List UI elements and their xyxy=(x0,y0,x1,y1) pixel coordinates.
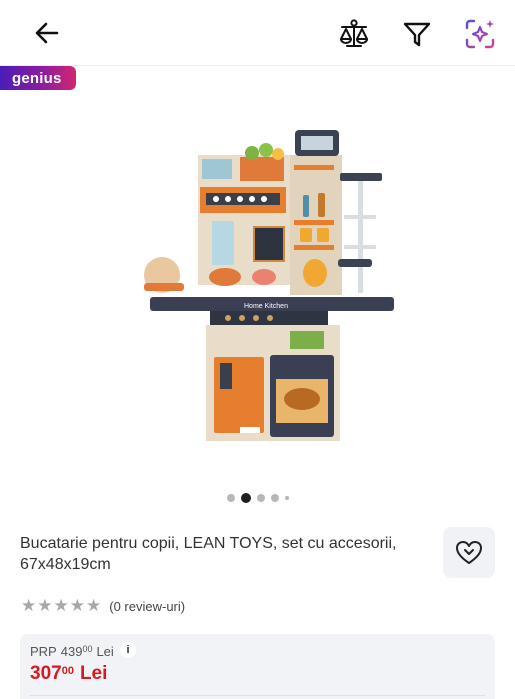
star-icon: ★ xyxy=(21,596,37,615)
prp-decimals: 00 xyxy=(82,644,93,654)
star-icon: ★ xyxy=(86,596,102,615)
play-kitchen-product-image: Home Kitchen xyxy=(144,130,394,441)
heart-icon xyxy=(456,540,482,564)
arrow-left-icon xyxy=(35,22,59,44)
home-kitchen-sign: Home Kitchen xyxy=(244,303,288,310)
price-integer: 307 xyxy=(30,663,62,684)
price-decimals: 00 xyxy=(61,665,74,677)
filter-icon xyxy=(403,22,431,47)
compare-scale-icon xyxy=(340,19,368,47)
pager-dot[interactable] xyxy=(226,494,235,502)
star-icon: ★ xyxy=(53,596,69,615)
pager-dot-active[interactable] xyxy=(240,493,251,503)
star-icon: ★ xyxy=(69,596,85,615)
top-bar xyxy=(0,0,515,66)
favorite-button[interactable] xyxy=(443,527,495,578)
pager-dot[interactable] xyxy=(256,494,265,502)
rating-row: ★ ★ ★ ★ ★ (0 review-uri) xyxy=(21,597,185,615)
ai-assistant-button[interactable] xyxy=(460,14,500,54)
price-currency: Lei xyxy=(79,663,108,684)
filter-button[interactable] xyxy=(397,14,437,54)
prp-integer: 439 xyxy=(60,644,83,659)
divider xyxy=(30,695,485,696)
rating-stars: ★ ★ ★ ★ ★ xyxy=(21,597,101,615)
prp-label: PRP xyxy=(30,644,57,659)
price-card: PRP 439 00 Lei i 307 00 Lei xyxy=(20,634,495,699)
prp-currency: Lei xyxy=(96,644,114,659)
pager-dot[interactable] xyxy=(284,496,289,500)
prp-price: PRP 439 00 Lei xyxy=(30,644,114,659)
compare-button[interactable] xyxy=(334,14,374,54)
genius-badge: genius xyxy=(0,66,76,90)
image-pager xyxy=(0,491,515,505)
reviews-link[interactable]: (0 review-uri) xyxy=(109,599,185,614)
info-icon[interactable]: i xyxy=(120,642,136,658)
product-title-block: Bucatarie pentru copii, LEAN TOYS, set c… xyxy=(20,533,430,575)
current-price: 307 00 Lei xyxy=(30,663,107,685)
product-title: Bucatarie pentru copii, LEAN TOYS, set c… xyxy=(20,535,397,573)
back-button[interactable] xyxy=(28,14,66,52)
ai-sparkle-icon xyxy=(465,19,495,49)
product-gallery[interactable]: Home Kitchen xyxy=(0,95,515,475)
pager-dot[interactable] xyxy=(270,494,279,502)
star-icon: ★ xyxy=(37,596,53,615)
